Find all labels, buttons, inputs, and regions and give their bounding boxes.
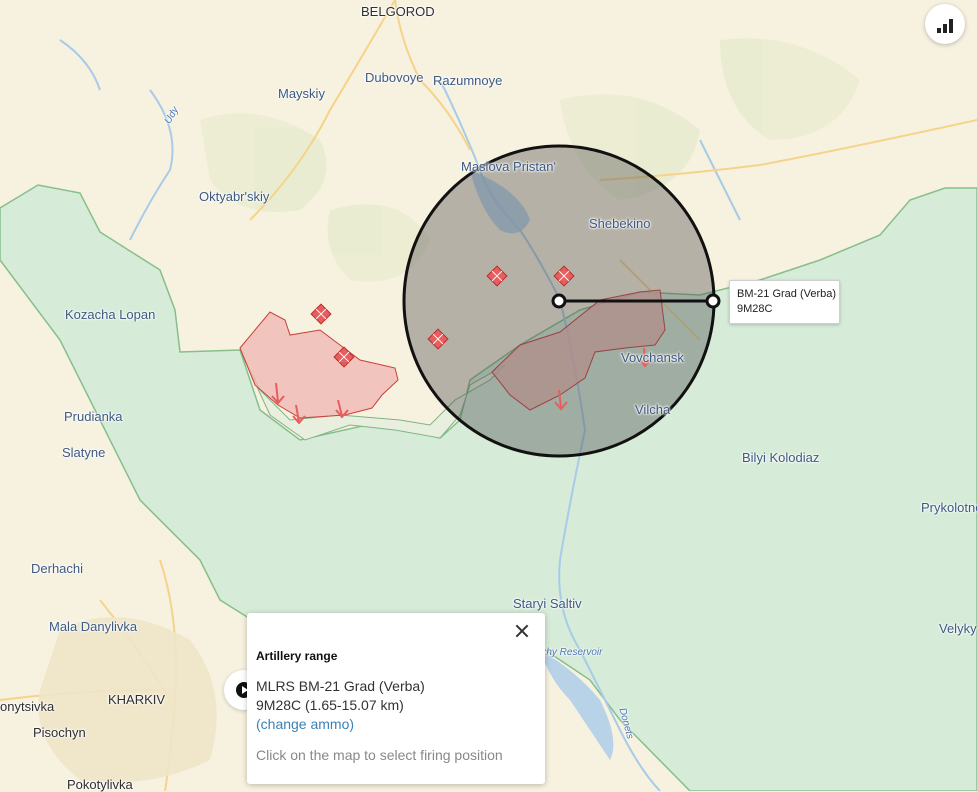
stats-button[interactable]	[925, 4, 965, 44]
place-label-vilcha: Vilcha	[635, 402, 671, 417]
place-label-pokotylivka: Pokotylivka	[67, 777, 133, 792]
place-label-vovchansk: Vovchansk	[621, 350, 684, 365]
place-label-pisochyn: Pisochyn	[33, 725, 86, 740]
stats-bars-icon-bar2	[943, 24, 947, 33]
panel-title: Artillery range	[256, 649, 338, 663]
stats-bars-icon	[937, 28, 941, 33]
place-label-prudianka: Prudianka	[64, 409, 123, 424]
panel-system: MLRS BM-21 Grad (Verba)	[256, 678, 425, 694]
place-label-kozacha-lopan: Kozacha Lopan	[65, 307, 156, 322]
place-label-velyky: Velyky	[939, 621, 977, 636]
place-label-reservoir: ...hy Reservoir	[538, 647, 603, 658]
place-label-staryi-saltiv: Staryi Saltiv	[513, 596, 582, 611]
place-label-belgorod: BELGOROD	[361, 4, 435, 19]
artillery-range-panel: Artillery range MLRS BM-21 Grad (Verba) …	[247, 613, 545, 784]
place-label-shebekino: Shebekino	[589, 216, 651, 231]
close-icon[interactable]	[513, 622, 531, 640]
place-label-maslova: Maslova Pristan'	[461, 159, 556, 174]
place-label-bilyi-kolodiaz: Bilyi Kolodiaz	[742, 450, 820, 465]
tooltip-system: BM-21 Grad (Verba)	[737, 288, 837, 300]
place-label-onytsivka: onytsivka	[0, 699, 55, 714]
place-label-oktyabrskiy: Oktyabr'skiy	[199, 189, 270, 204]
range-edge-handle[interactable]	[705, 293, 721, 309]
place-label-mala-danylivka: Mala Danylivka	[49, 619, 138, 634]
place-label-razumnoye: Razumnoye	[433, 73, 503, 88]
place-label-dubovoye: Dubovoye	[365, 70, 424, 85]
place-label-mayskiy: Mayskiy	[278, 86, 325, 101]
panel-ammo-range: 9M28C (1.65-15.07 km)	[256, 697, 404, 713]
place-label-slatyne: Slatyne	[62, 445, 106, 460]
range-tooltip: BM-21 Grad (Verba) 9M28C	[729, 280, 840, 324]
panel-hint: Click on the map to select firing positi…	[256, 747, 503, 763]
firing-position-marker[interactable]	[551, 293, 567, 309]
tooltip-ammo: 9M28C	[737, 303, 773, 315]
change-ammo-link[interactable]: (change ammo)	[256, 715, 354, 734]
stats-bars-icon-bar3	[949, 19, 953, 33]
place-label-prykolotne: Prykolotne	[921, 500, 977, 515]
place-label-derhachi: Derhachi	[31, 561, 84, 576]
place-label-kharkiv: KHARKIV	[108, 692, 166, 707]
